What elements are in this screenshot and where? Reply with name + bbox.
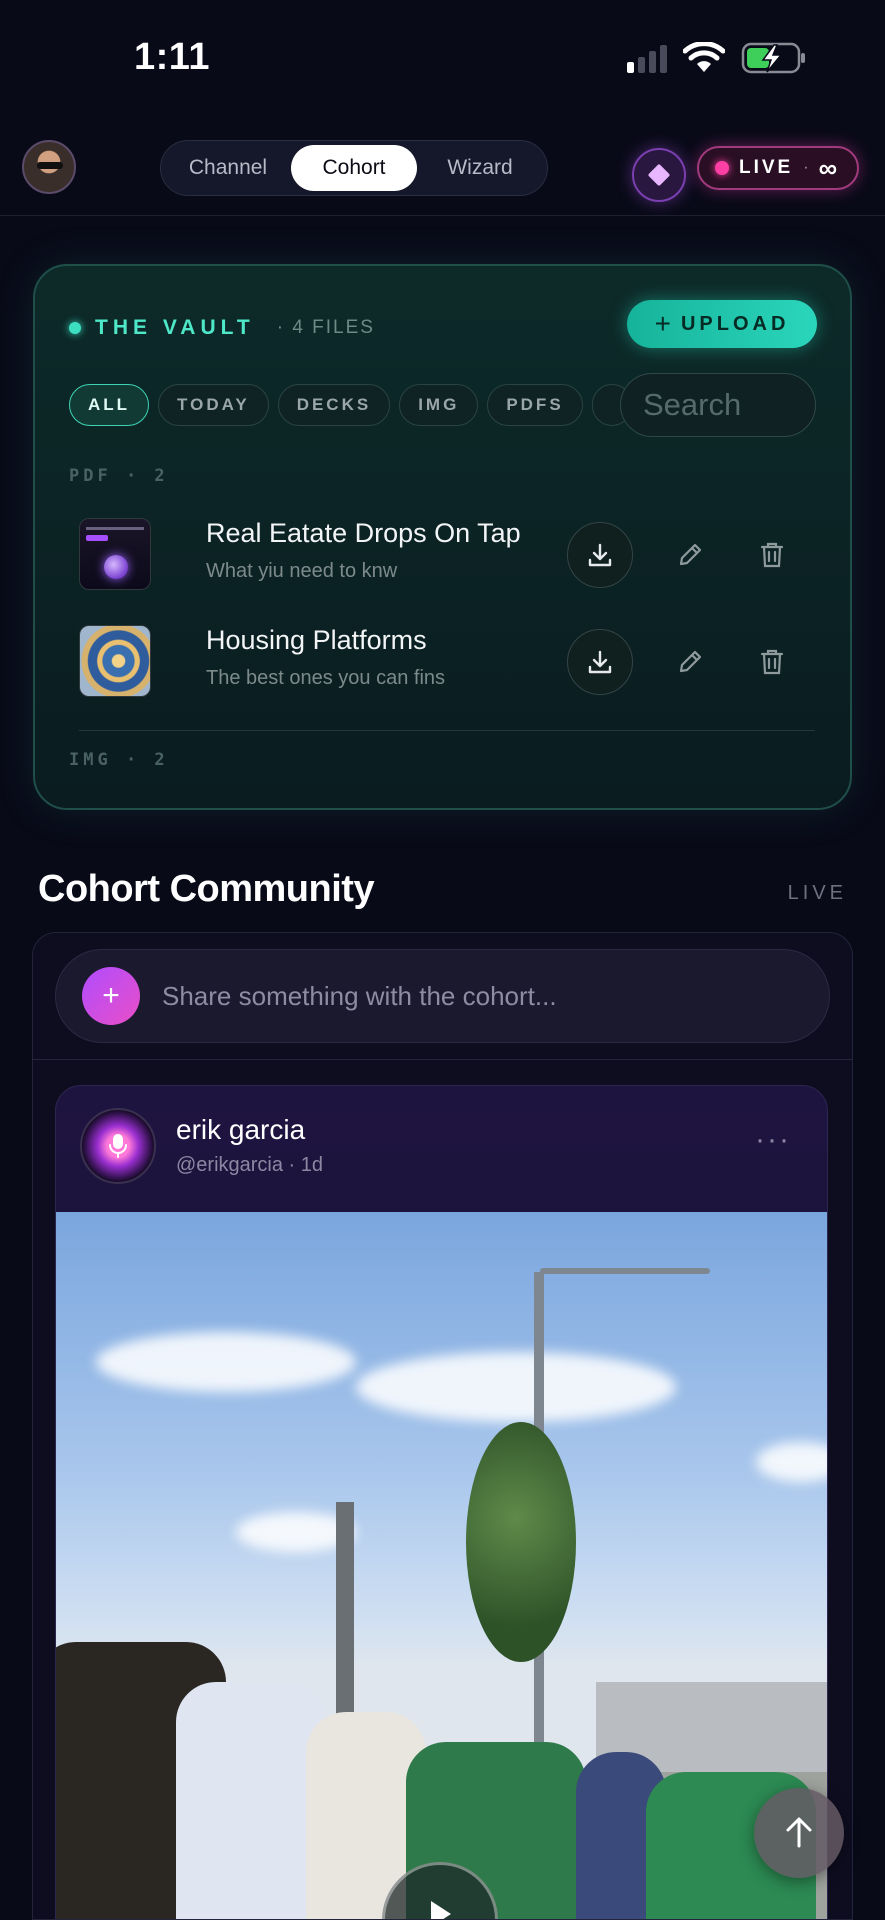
microphone-icon [109,1134,127,1158]
filter-img[interactable]: IMG [399,384,479,426]
view-switcher: Channel Cohort Wizard [160,140,548,196]
post-author[interactable]: erik garcia [176,1114,305,1146]
vault-file-count: · 4 FILES [276,317,375,338]
profile-avatar[interactable] [22,140,76,194]
file-thumbnail [79,518,151,590]
top-nav: Channel Cohort Wizard LIVE · ∞ [0,134,885,216]
wifi-icon [683,42,725,72]
live-indicator[interactable]: LIVE · ∞ [697,146,859,190]
file-subtitle: What yiu need to knw [206,560,398,582]
file-title: Housing Platforms [206,625,427,655]
edit-button[interactable] [671,643,709,681]
community-live-status: LIVE [787,882,847,904]
arrow-up-icon [786,1817,812,1848]
edit-button[interactable] [671,536,709,574]
add-post-button[interactable]: + [82,967,140,1025]
download-icon [588,650,612,674]
group-label-pdf: PDF · 2 [69,466,169,486]
group-label-img: IMG · 2 [69,750,169,770]
live-separator: · [803,159,809,176]
file-row[interactable]: Real Eatate Drops On Tap What yiu need t… [79,514,819,590]
file-subtitle: The best ones you can fins [206,667,446,689]
filter-chips: ALL TODAY DECKS IMG PDFS [69,384,629,428]
composer-input[interactable] [162,980,802,1012]
delete-button[interactable] [753,643,791,681]
file-row[interactable]: Housing Platforms The best ones you can … [79,621,819,697]
plus-icon: + [102,979,120,1012]
trash-icon [760,542,784,568]
tab-cohort[interactable]: Cohort [291,145,417,191]
community-title: Cohort Community [38,868,375,910]
download-button[interactable] [567,522,633,588]
upload-button[interactable]: + UPLOAD [627,300,817,348]
vault-card: THE VAULT · 4 FILES + UPLOAD ALL TODAY D… [33,264,852,810]
infinity-symbol: ∞ [818,152,838,183]
scroll-to-top-button[interactable] [754,1788,844,1878]
live-label: LIVE [739,157,794,178]
premium-button[interactable] [632,148,686,202]
delete-button[interactable] [753,536,791,574]
status-bar: 1:11 [0,0,885,120]
vault-header: THE VAULT · 4 FILES [69,316,375,340]
more-icon[interactable]: ··· [755,1125,791,1155]
post-video[interactable] [56,1212,827,1919]
author-avatar[interactable] [80,1108,156,1184]
upload-label: UPLOAD [680,312,790,335]
diamond-icon [647,163,671,187]
trash-icon [760,649,784,675]
plus-icon: + [654,308,671,339]
tab-channel[interactable]: Channel [165,145,291,191]
filter-decks[interactable]: DECKS [277,384,391,426]
vault-search-input[interactable] [643,387,803,423]
live-dot [715,161,729,175]
divider [79,730,815,731]
post-meta: @erikgarcia · 1d [176,1154,324,1176]
filter-all[interactable]: ALL [69,384,150,426]
status-icons [627,42,807,74]
signal-icon [627,43,667,73]
vault-title: THE VAULT [95,316,255,339]
file-title: Real Eatate Drops On Tap [206,518,521,548]
file-thumbnail [79,625,151,697]
download-button[interactable] [567,629,633,695]
play-icon [431,1901,451,1919]
post-composer[interactable]: + [55,949,830,1043]
status-time: 1:11 [134,36,210,78]
pencil-icon [679,543,702,566]
tab-wizard[interactable]: Wizard [417,145,543,191]
filter-today[interactable]: TODAY [158,384,269,426]
vault-search[interactable] [620,373,816,437]
download-icon [588,543,612,567]
community-panel: + erik garcia @erikgarcia · 1d ··· [32,932,853,1920]
divider [33,1059,852,1060]
filter-pdfs[interactable]: PDFS [487,384,583,426]
pencil-icon [679,650,702,673]
post-card: erik garcia @erikgarcia · 1d ··· [55,1085,828,1919]
battery-charging-icon [741,42,805,74]
vault-status-dot [69,322,81,334]
